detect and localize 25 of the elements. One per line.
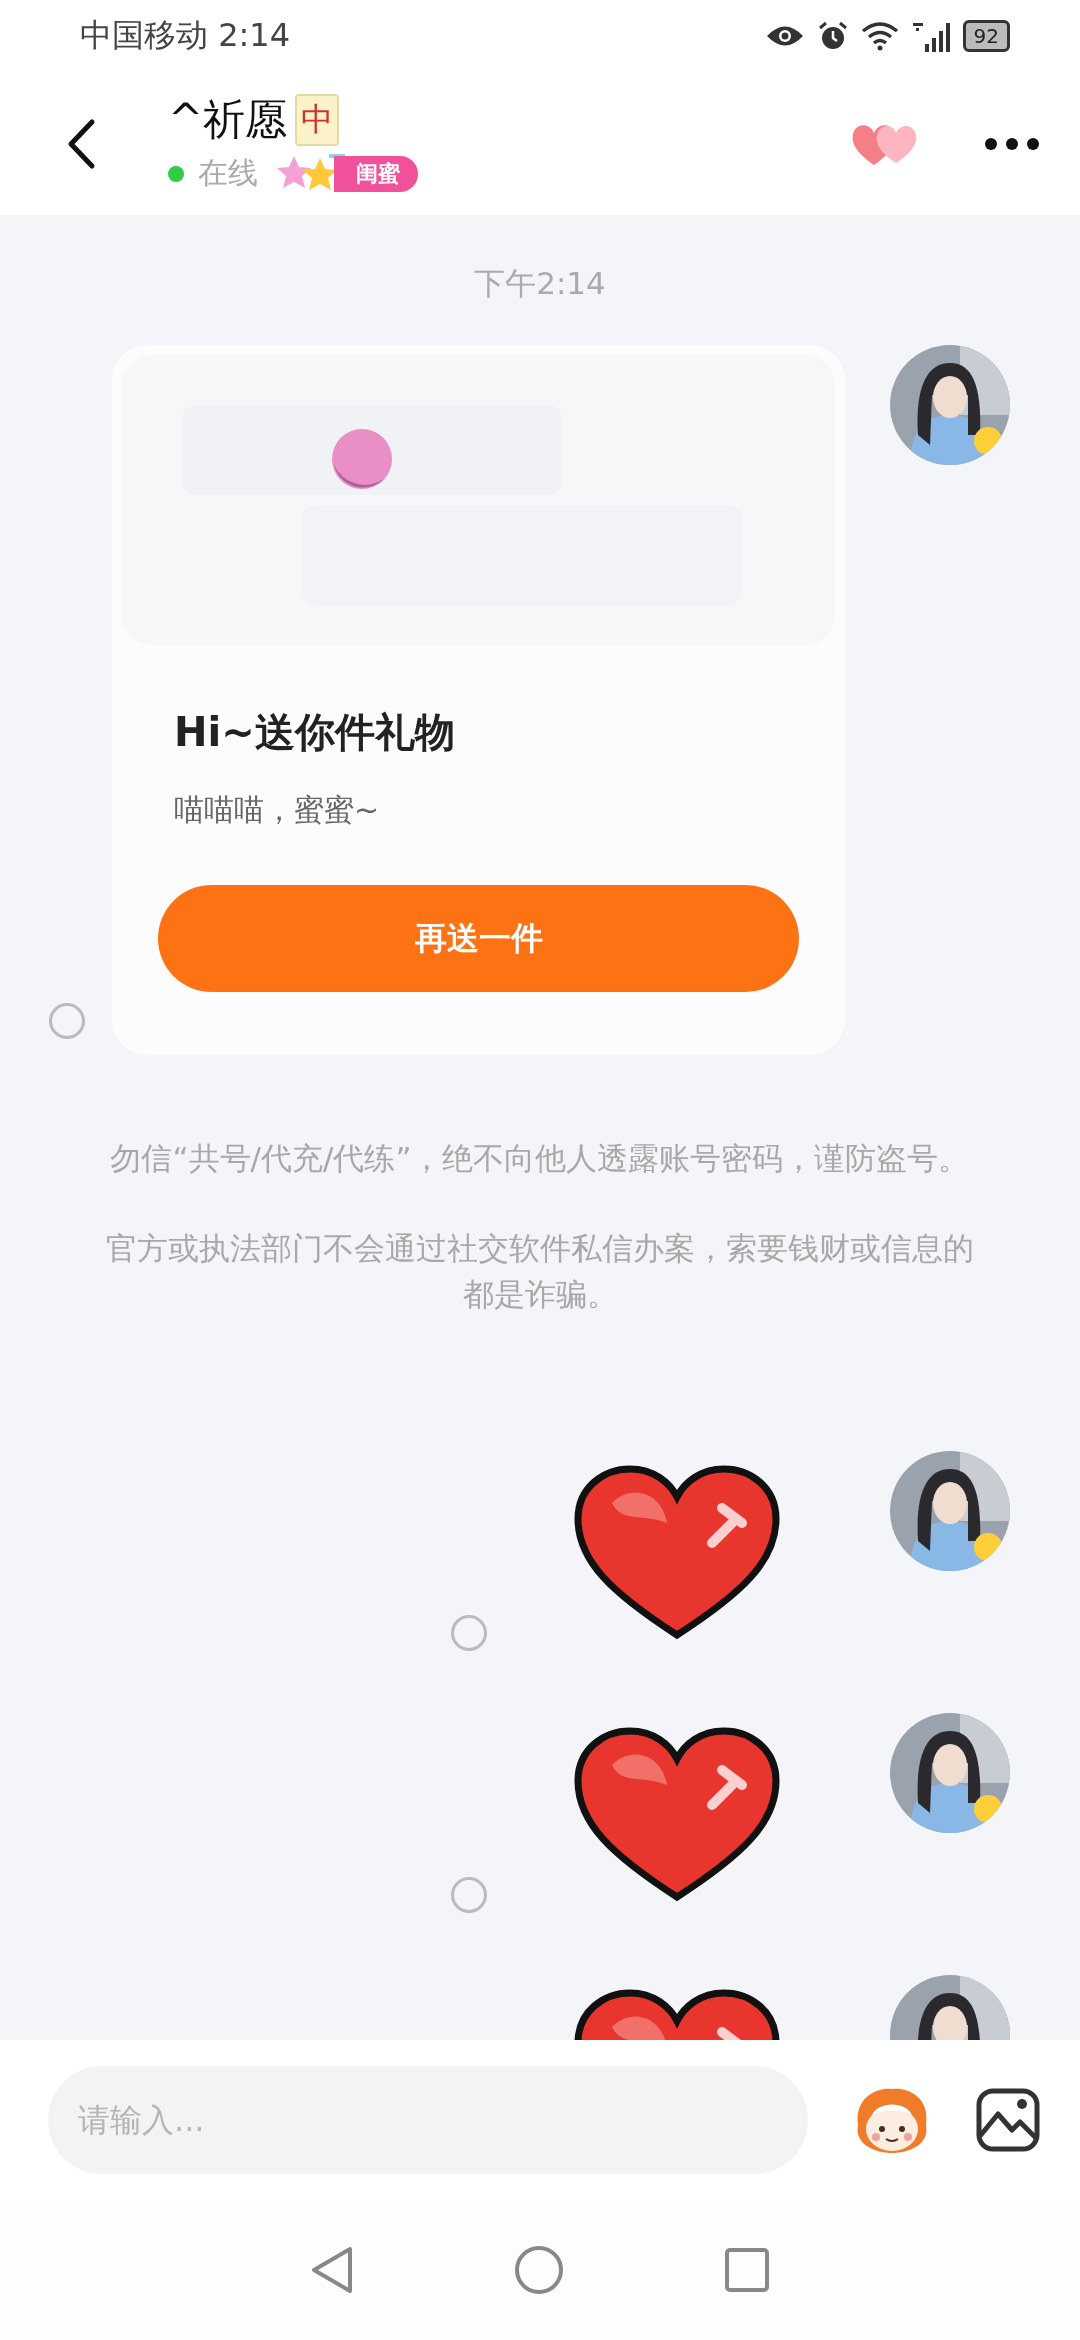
select-circle[interactable]: [49, 1003, 85, 1039]
safety-notice: 勿信“共号/代充/代练”，绝不向他人透露账号密码，谨防盗号。: [109, 1139, 971, 1178]
alarm-icon: [816, 20, 849, 52]
card-message: 喵喵喵，蜜蜜~: [174, 791, 381, 829]
home-nav-icon[interactable]: [514, 2245, 564, 2295]
signal-icon: [910, 20, 951, 52]
safety-notice: 官方或执法部门不会通过社交软件私信办案，索要钱财或信息的都是诈骗。: [105, 1229, 975, 1314]
battery-icon: 92: [962, 20, 1010, 52]
send-again-button[interactable]: 再送一件: [158, 885, 799, 992]
select-circle[interactable]: [451, 1615, 487, 1651]
mahjong-badge: 中: [295, 93, 340, 146]
back-icon[interactable]: [66, 117, 96, 170]
select-circle[interactable]: [451, 1877, 487, 1913]
timestamp: 下午2:14: [473, 264, 607, 303]
back-nav-icon[interactable]: [310, 2245, 354, 2295]
wifi-icon: [860, 21, 899, 51]
more-icon[interactable]: [984, 136, 1040, 151]
carrier-time: 中国移动 2:14: [80, 15, 291, 56]
contact-name: ^祈愿: [168, 93, 288, 146]
online-status: 在线: [198, 154, 258, 192]
card-title: Hi~送你件礼物: [174, 708, 456, 757]
image-icon[interactable]: [976, 2088, 1040, 2152]
recents-nav-icon[interactable]: [724, 2247, 770, 2293]
message-input[interactable]: 请输入...: [48, 2066, 808, 2174]
relation-tag: 闺蜜: [334, 155, 418, 192]
